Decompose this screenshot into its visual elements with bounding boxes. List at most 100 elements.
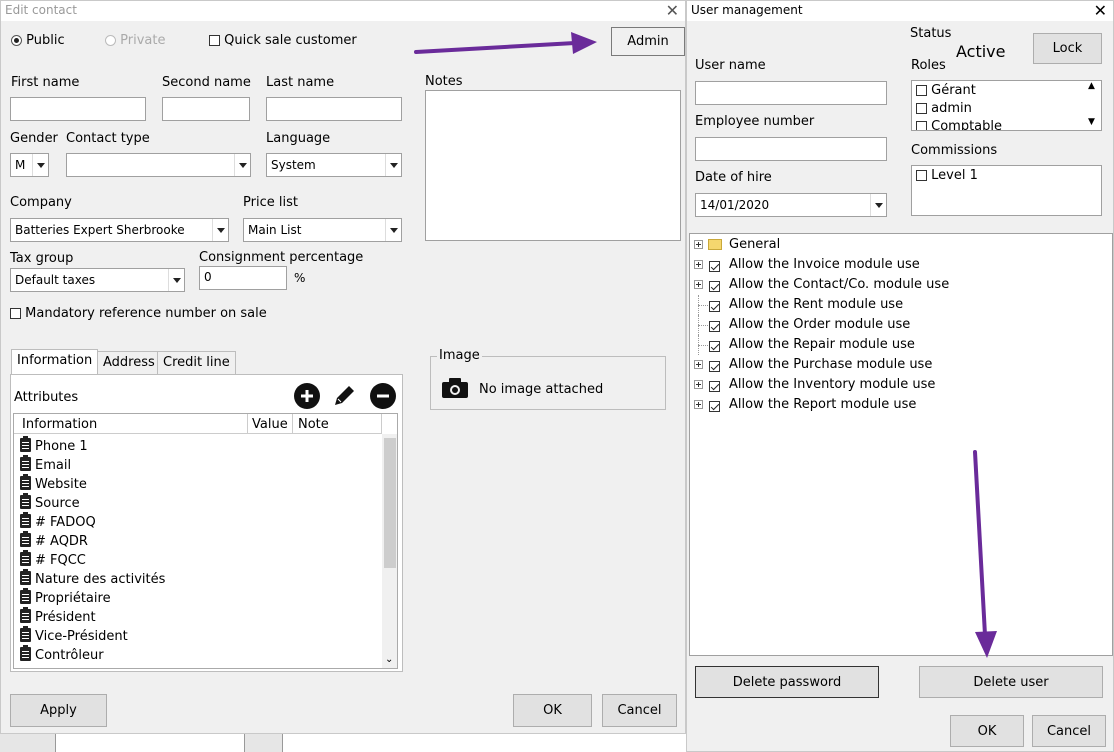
list-item[interactable]: # FQCC — [20, 550, 86, 571]
close-icon[interactable]: ✕ — [666, 1, 679, 20]
role-item[interactable]: admin — [916, 101, 972, 116]
tree-item[interactable]: General — [690, 235, 1090, 255]
apply-button[interactable]: Apply — [10, 694, 107, 727]
role-item[interactable]: Gérant — [916, 83, 976, 98]
tree-item[interactable]: Allow the Contact/Co. module use — [690, 275, 1090, 295]
tab-credit-line[interactable]: Credit line — [157, 351, 236, 375]
scrollbar[interactable]: ⌄ — [382, 434, 397, 668]
second-name-input[interactable] — [162, 97, 250, 121]
expand-icon[interactable] — [694, 280, 703, 289]
column-information[interactable]: Information — [22, 417, 97, 432]
role-item[interactable]: Comptable — [916, 119, 1003, 131]
delete-password-button[interactable]: Delete password — [695, 666, 879, 698]
commissions-list[interactable]: Level 1 — [911, 165, 1102, 216]
scroll-down-icon[interactable]: ▼ — [1088, 117, 1095, 127]
expand-icon[interactable] — [694, 360, 703, 369]
mandatory-ref-checkbox[interactable]: Mandatory reference number on sale — [10, 306, 267, 321]
scrollbar-thumb[interactable] — [384, 438, 396, 568]
expand-icon[interactable] — [694, 400, 703, 409]
add-attribute-button[interactable] — [294, 383, 320, 409]
company-select[interactable]: Batteries Expert Sherbrooke — [10, 218, 229, 242]
checked-checkbox-icon[interactable] — [709, 381, 720, 392]
consignment-input[interactable]: 0 — [199, 266, 287, 290]
tab-information[interactable]: Information — [11, 349, 99, 375]
list-item[interactable]: Contrôleur — [20, 645, 104, 666]
last-name-input[interactable] — [266, 97, 402, 121]
list-item[interactable]: Nature des activités — [20, 569, 165, 590]
contact-type-select[interactable] — [66, 153, 251, 177]
tree-line — [698, 305, 708, 306]
chevron-down-icon — [870, 194, 886, 216]
private-radio[interactable]: Private — [105, 33, 165, 48]
scroll-up-icon[interactable]: ▲ — [1088, 81, 1095, 91]
checked-checkbox-icon[interactable] — [709, 301, 720, 312]
permissions-tree[interactable]: General Allow the Invoice module use Allow… — [689, 233, 1113, 656]
commission-item[interactable]: Level 1 — [916, 168, 978, 183]
employee-number-input[interactable] — [695, 137, 887, 161]
list-item[interactable]: Propriétaire — [20, 588, 111, 609]
role-label: Comptable — [931, 119, 1003, 131]
list-item[interactable]: Président — [20, 607, 96, 628]
tree-item[interactable]: Allow the Order module use — [690, 315, 1090, 335]
gender-value: M — [15, 158, 26, 172]
column-value[interactable]: Value — [252, 417, 288, 432]
checked-checkbox-icon[interactable] — [709, 261, 720, 272]
tree-item[interactable]: Allow the Purchase module use — [690, 355, 1090, 375]
radio-selected-icon — [11, 35, 22, 46]
checked-checkbox-icon[interactable] — [709, 321, 720, 332]
list-item[interactable]: # AQDR — [20, 531, 88, 552]
remove-attribute-button[interactable] — [370, 383, 396, 409]
date-of-hire-picker[interactable]: 14/01/2020 — [695, 193, 887, 217]
list-item[interactable]: Phone 1 — [20, 436, 88, 457]
ok-button[interactable]: OK — [950, 715, 1024, 747]
edit-attribute-button[interactable] — [331, 383, 357, 409]
checked-checkbox-icon[interactable] — [709, 281, 720, 292]
tree-item[interactable]: Allow the Rent module use — [690, 295, 1090, 315]
column-note[interactable]: Note — [298, 417, 329, 432]
chevron-down-icon — [385, 154, 401, 176]
user-name-input[interactable] — [695, 81, 887, 105]
language-label: Language — [266, 131, 331, 146]
checked-checkbox-icon[interactable] — [709, 341, 720, 352]
delete-user-button[interactable]: Delete user — [919, 666, 1103, 698]
tax-group-select[interactable]: Default taxes — [10, 268, 185, 292]
tree-item[interactable]: Allow the Repair module use — [690, 335, 1090, 355]
first-name-input[interactable] — [10, 97, 146, 121]
cancel-button[interactable]: Cancel — [1032, 715, 1106, 747]
close-icon[interactable]: ✕ — [1094, 1, 1107, 20]
attributes-list[interactable]: Information Value Note Phone 1 Email Websi… — [13, 413, 398, 669]
scroll-down-icon[interactable]: ⌄ — [385, 654, 393, 665]
attribute-label: Email — [35, 458, 72, 473]
price-list-select[interactable]: Main List — [243, 218, 402, 242]
checked-checkbox-icon[interactable] — [709, 401, 720, 412]
language-select[interactable]: System — [266, 153, 402, 177]
list-item[interactable]: Website — [20, 474, 87, 495]
expand-icon[interactable] — [694, 380, 703, 389]
list-item[interactable]: Vice-Président — [20, 626, 128, 647]
notes-textarea[interactable] — [425, 90, 681, 241]
roles-list[interactable]: Gérant admin Comptable ▲ ▼ — [911, 80, 1102, 131]
chevron-down-icon — [168, 269, 184, 291]
image-label: Image — [437, 348, 482, 363]
expand-icon[interactable] — [694, 260, 703, 269]
tab-address[interactable]: Address — [97, 351, 161, 375]
no-image-text: No image attached — [479, 382, 604, 397]
ok-button[interactable]: OK — [513, 694, 592, 727]
lock-button[interactable]: Lock — [1033, 33, 1102, 64]
tree-item[interactable]: Allow the Report module use — [690, 395, 1090, 415]
background-panel — [282, 734, 686, 752]
list-item[interactable]: Source — [20, 493, 80, 514]
public-radio[interactable]: Public — [11, 33, 65, 48]
tree-item[interactable]: Allow the Inventory module use — [690, 375, 1090, 395]
permission-label: Allow the Order module use — [729, 317, 911, 332]
window-title: User management — [691, 3, 803, 17]
list-item[interactable]: # FADOQ — [20, 512, 96, 533]
gender-select[interactable]: M — [10, 153, 49, 177]
checked-checkbox-icon[interactable] — [709, 361, 720, 372]
tree-item[interactable]: Allow the Invoice module use — [690, 255, 1090, 275]
expand-icon[interactable] — [694, 240, 703, 249]
quick-sale-checkbox[interactable]: Quick sale customer — [209, 33, 357, 48]
permission-label: Allow the Contact/Co. module use — [729, 277, 950, 292]
admin-button[interactable]: Admin — [611, 27, 685, 56]
cancel-button[interactable]: Cancel — [602, 694, 677, 727]
